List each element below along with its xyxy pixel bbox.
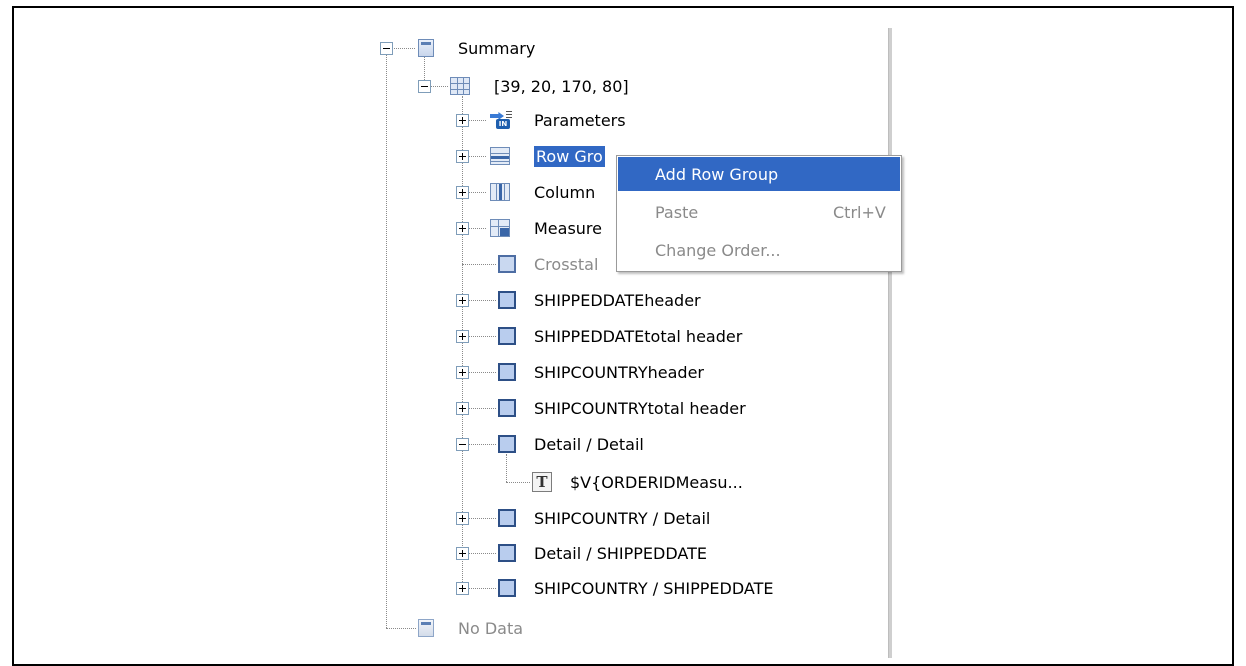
tree-guide-line [468, 192, 486, 193]
tree-item-detail-detail[interactable]: Detail / Detail [528, 427, 644, 461]
tree-item-label: Column [534, 182, 596, 202]
expand-toggle-icon[interactable] [456, 582, 469, 595]
tree-item-orderid-measure[interactable]: $V{ORDERIDMeasu... [564, 465, 743, 499]
cell-icon [498, 327, 516, 345]
tree-item-column-groups[interactable]: Column [528, 175, 595, 209]
tree-guide-line [392, 48, 415, 49]
cell-icon [498, 291, 516, 309]
menu-item-shortcut: Ctrl+V [833, 202, 886, 222]
tree-guide-line [468, 518, 496, 519]
tree-item-label: Summary [458, 38, 536, 58]
menu-item-label: Add Row Group [655, 164, 779, 184]
tree-item-label: Detail / SHIPPEDDATE [534, 543, 707, 563]
tree-guide-line [468, 228, 486, 229]
tree-item-label: SHIPPEDDATEheader [534, 290, 701, 310]
tree-item-label: Crosstal [534, 254, 599, 274]
row-group-icon [490, 147, 510, 165]
tree-item-no-data[interactable]: No Data [452, 611, 523, 645]
tree-guide-line [468, 444, 496, 445]
expand-toggle-icon[interactable] [456, 402, 469, 415]
tree-guide-line [430, 86, 448, 87]
measure-icon [490, 219, 510, 237]
crosstab-icon [450, 77, 470, 95]
collapse-toggle-icon[interactable] [456, 438, 469, 451]
tree-item-label: SHIPCOUNTRY / SHIPPEDDATE [534, 578, 774, 598]
tree-item-shippeddate-total-header[interactable]: SHIPPEDDATEtotal header [528, 319, 742, 353]
panel-splitter[interactable] [888, 28, 892, 658]
column-group-icon [490, 183, 510, 201]
parameters-icon: IN [490, 109, 512, 129]
collapse-toggle-icon[interactable] [418, 80, 431, 93]
menu-item-change-order[interactable]: Change Order... [618, 233, 900, 267]
tree-guide-line [468, 336, 496, 337]
expand-toggle-icon[interactable] [456, 150, 469, 163]
tree-item-label: Detail / Detail [534, 434, 644, 454]
tree-item-label: SHIPCOUNTRYheader [534, 362, 705, 382]
cell-icon [498, 399, 516, 417]
tree-item-summary[interactable]: Summary [452, 31, 535, 65]
tree-guide-line [468, 300, 496, 301]
menu-item-paste[interactable]: Paste Ctrl+V [618, 195, 900, 229]
cell-icon [498, 363, 516, 381]
tree-item-row-groups[interactable]: Row Gro [528, 139, 605, 173]
tree-guide-line [468, 408, 496, 409]
tree-item-shipcountry-total-header[interactable]: SHIPCOUNTRYtotal header [528, 391, 746, 425]
band-icon [418, 619, 434, 637]
expand-toggle-icon[interactable] [456, 512, 469, 525]
cell-icon [498, 509, 516, 527]
tree-guide-line [468, 588, 496, 589]
tree-item-label: Measure [534, 218, 602, 238]
tree-item-shipcountry-header[interactable]: SHIPCOUNTRYheader [528, 355, 704, 389]
text-field-icon: T [532, 472, 552, 492]
expand-toggle-icon[interactable] [456, 366, 469, 379]
tree-guide-line [506, 482, 530, 483]
tree-item-label: $V{ORDERIDMeasu... [570, 472, 743, 492]
menu-item-add-row-group[interactable]: Add Row Group [618, 157, 900, 191]
expand-toggle-icon[interactable] [456, 186, 469, 199]
tree-guide-line [468, 120, 486, 121]
tree-item-parameters[interactable]: Parameters [528, 103, 626, 137]
tree-guide-line [462, 264, 496, 265]
tree-item-label: SHIPPEDDATEtotal header [534, 326, 743, 346]
tree-item-detail-shippeddate[interactable]: Detail / SHIPPEDDATE [528, 536, 707, 570]
tree-item-label: No Data [458, 618, 524, 638]
tree-item-measures[interactable]: Measure [528, 211, 602, 245]
expand-toggle-icon[interactable] [456, 222, 469, 235]
tree-item-crosstab[interactable]: [39, 20, 170, 80] [488, 69, 629, 103]
expand-toggle-icon[interactable] [456, 330, 469, 343]
expand-toggle-icon[interactable] [456, 547, 469, 560]
tree-guide-line [468, 372, 496, 373]
tree-item-label: Row Gro [534, 145, 605, 167]
cell-icon [498, 579, 516, 597]
tree-item-label: SHIPCOUNTRYtotal header [534, 398, 746, 418]
tree-item-label: Parameters [534, 110, 626, 130]
tree-guide-line [386, 628, 416, 629]
cell-icon [498, 544, 516, 562]
cell-icon [498, 255, 516, 273]
tree-item-shipcountry-shippeddate[interactable]: SHIPCOUNTRY / SHIPPEDDATE [528, 571, 773, 605]
band-icon [418, 39, 434, 57]
menu-item-label: Paste [655, 202, 699, 222]
cell-icon [498, 435, 516, 453]
tree-item-shipcountry-detail[interactable]: SHIPCOUNTRY / Detail [528, 501, 710, 535]
context-menu: Add Row Group Paste Ctrl+V Change Order.… [616, 155, 902, 272]
expand-toggle-icon[interactable] [456, 294, 469, 307]
tree-item-crosstab-header[interactable]: Crosstal [528, 247, 598, 281]
tree-guide-line [386, 48, 387, 628]
tree-item-shippeddate-header[interactable]: SHIPPEDDATEheader [528, 283, 701, 317]
collapse-toggle-icon[interactable] [380, 42, 393, 55]
tree-item-label: [39, 20, 170, 80] [494, 76, 629, 96]
tree-guide-line [506, 454, 507, 482]
menu-item-label: Change Order... [655, 240, 781, 260]
tree-guide-line [468, 156, 486, 157]
expand-toggle-icon[interactable] [456, 114, 469, 127]
tree-guide-line [468, 553, 496, 554]
tree-item-label: SHIPCOUNTRY / Detail [534, 508, 711, 528]
